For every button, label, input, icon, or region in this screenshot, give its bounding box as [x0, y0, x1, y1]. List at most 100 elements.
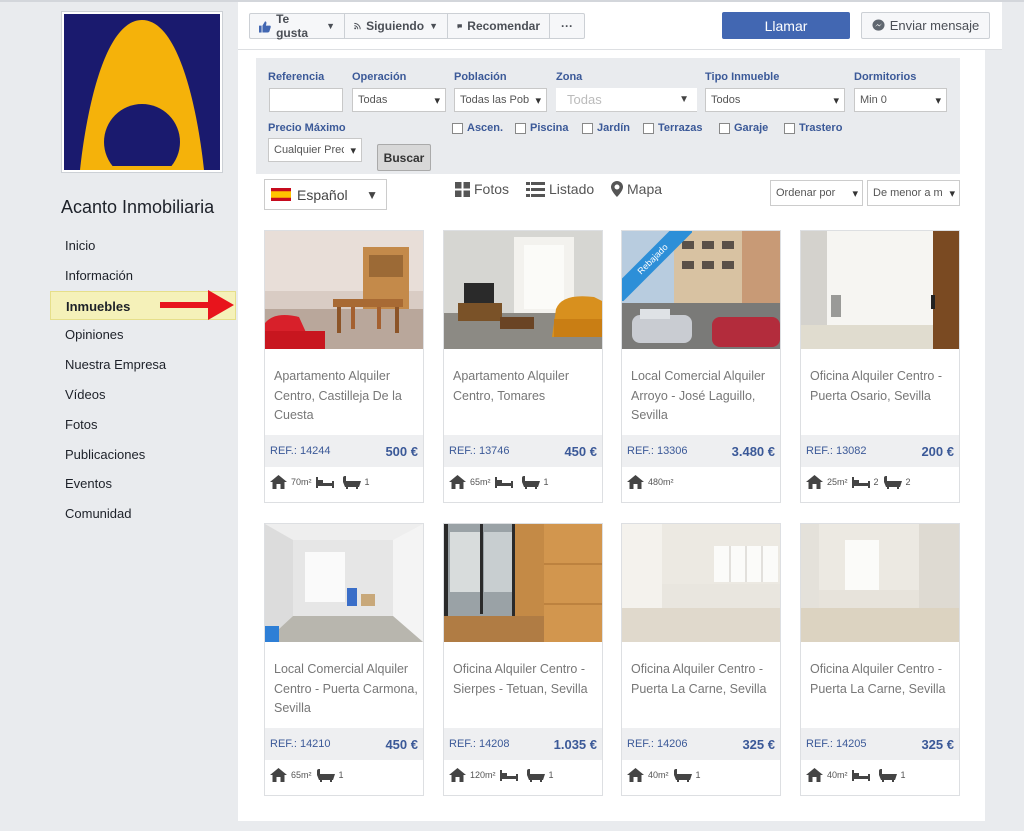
precio-maximo-select[interactable]: Cualquier Prec: [268, 138, 362, 162]
call-button[interactable]: Llamar: [722, 12, 850, 39]
nav-item-eventos[interactable]: Eventos: [50, 469, 236, 499]
language-select[interactable]: Español ▼: [264, 179, 387, 210]
checkbox-box[interactable]: [515, 122, 526, 134]
poblacion-select[interactable]: Todas las Pob: [454, 88, 547, 112]
dormitorios-label: Dormitorios: [854, 71, 917, 83]
listing-photo[interactable]: [801, 524, 959, 642]
send-message-button[interactable]: Enviar mensaje: [861, 12, 990, 39]
view-fotos-tab[interactable]: Fotos: [455, 181, 509, 197]
sort-order-select[interactable]: De menor a m: [867, 180, 960, 206]
listing-card[interactable]: Apartamento Alquiler Centro, Castilleja …: [264, 230, 424, 503]
profile-picture[interactable]: [61, 11, 223, 173]
tipo-inmueble-label: Tipo Inmueble: [705, 71, 780, 83]
list-icon: [526, 181, 545, 197]
listing-photo[interactable]: [265, 524, 423, 642]
poblacion-value: Todas las Pob: [460, 94, 529, 106]
listing-card[interactable]: Apartamento Alquiler Centro, Tomares REF…: [443, 230, 603, 503]
like-label: Te gusta: [276, 12, 309, 40]
search-button[interactable]: Buscar: [377, 144, 431, 171]
nav-item-informaci-n[interactable]: Información: [50, 261, 236, 291]
listing-title[interactable]: Oficina Alquiler Centro - Puerta La Carn…: [810, 660, 954, 728]
nav-item-v-deos[interactable]: Vídeos: [50, 380, 236, 410]
listing-photo[interactable]: [801, 231, 959, 349]
listing-title[interactable]: Oficina Alquiler Centro - Puerta La Carn…: [631, 660, 775, 728]
listing-card[interactable]: Local Comercial Alquiler Centro - Puerta…: [264, 523, 424, 796]
view-mapa-tab[interactable]: Mapa: [611, 181, 662, 197]
listing-features: 480m²: [627, 475, 674, 489]
listing-price-bar: REF.: 14244 500 €: [265, 435, 423, 467]
view-fotos-label: Fotos: [474, 181, 510, 197]
listing-price: 200 €: [921, 443, 954, 459]
view-listado-tab[interactable]: Listado: [526, 181, 594, 197]
nav-item-nuestra-empresa[interactable]: Nuestra Empresa: [50, 350, 236, 380]
page-name[interactable]: Acanto Inmobiliaria: [61, 197, 214, 218]
house-icon: [806, 768, 823, 782]
messenger-icon: [872, 19, 885, 31]
checkbox-trastero[interactable]: Trastero: [784, 122, 842, 134]
listing-ref: REF.: 14210: [270, 738, 331, 750]
operacion-select[interactable]: Todas: [352, 88, 446, 112]
sort-by-select[interactable]: Ordenar por: [770, 180, 863, 206]
listing-price-bar: REF.: 14206 325 €: [622, 728, 780, 760]
listing-price-bar: REF.: 14208 1.035 €: [444, 728, 602, 760]
spain-flag-icon: [271, 188, 291, 201]
checkbox-garaje[interactable]: Garaje: [719, 122, 768, 134]
checkbox-terrazas[interactable]: Terrazas: [643, 122, 702, 134]
listing-title[interactable]: Apartamento Alquiler Centro, Tomares: [453, 367, 597, 435]
nav-item-comunidad[interactable]: Comunidad: [50, 499, 236, 529]
checkbox-box[interactable]: [582, 122, 593, 134]
bed-icon: [851, 769, 870, 781]
listing-photo[interactable]: [444, 231, 602, 349]
checkbox-box[interactable]: [452, 122, 463, 134]
listing-photo[interactable]: [265, 231, 423, 349]
follow-button[interactable]: Siguiendo ▼: [344, 13, 448, 39]
listing-title[interactable]: Oficina Alquiler Centro - Sierpes - Tetu…: [453, 660, 597, 728]
bathrooms-value: 1: [900, 770, 906, 780]
dormitorios-value: Min 0: [860, 94, 887, 106]
follow-label: Siguiendo: [366, 19, 425, 33]
checkbox-ascen[interactable]: Ascen.: [452, 122, 503, 134]
listing-photo[interactable]: [622, 524, 780, 642]
checkbox-label: Garaje: [734, 122, 769, 134]
listing-card[interactable]: Oficina Alquiler Centro - Puerta La Carn…: [621, 523, 781, 796]
nav-item-fotos[interactable]: Fotos: [50, 410, 236, 440]
listing-card[interactable]: Oficina Alquiler Centro - Puerta La Carn…: [800, 523, 960, 796]
listing-title[interactable]: Local Comercial Alquiler Arroyo - José L…: [631, 367, 775, 435]
checkbox-label: Piscina: [530, 122, 569, 134]
nav-item-inicio[interactable]: Inicio: [50, 231, 236, 261]
house-icon: [270, 475, 287, 489]
bathtub-icon: [878, 768, 897, 782]
zona-value: Todas: [567, 92, 602, 107]
listing-ref: REF.: 14206: [627, 738, 688, 750]
discount-badge-label: Rebajado: [622, 231, 692, 301]
checkbox-piscina[interactable]: Piscina: [515, 122, 569, 134]
listing-card[interactable]: Rebajado Local Comercial Alquiler Arroyo …: [621, 230, 781, 503]
tipo-inmueble-select[interactable]: Todos: [705, 88, 845, 112]
checkbox-box[interactable]: [643, 122, 654, 134]
listing-photo[interactable]: [444, 524, 602, 642]
area-value: 70m²: [291, 477, 312, 487]
listing-features: 65m² 1: [270, 768, 344, 782]
checkbox-jard-n[interactable]: Jardín: [582, 122, 630, 134]
checkbox-box[interactable]: [719, 122, 730, 134]
more-button[interactable]: ···: [549, 13, 585, 39]
listing-title[interactable]: Local Comercial Alquiler Centro - Puerta…: [274, 660, 418, 728]
zona-select[interactable]: Todas: [556, 88, 697, 112]
listing-card[interactable]: Oficina Alquiler Centro - Sierpes - Tetu…: [443, 523, 603, 796]
listing-features: 40m² 1: [627, 768, 701, 782]
listing-title[interactable]: Apartamento Alquiler Centro, Castilleja …: [274, 367, 418, 435]
dormitorios-select[interactable]: Min 0: [854, 88, 947, 112]
area-value: 65m²: [291, 770, 312, 780]
nav-item-publicaciones[interactable]: Publicaciones: [50, 440, 236, 470]
checkbox-box[interactable]: [784, 122, 795, 134]
listing-title[interactable]: Oficina Alquiler Centro - Puerta Osario,…: [810, 367, 954, 435]
recommend-button[interactable]: Recomendar: [447, 13, 550, 39]
poblacion-label: Población: [454, 71, 507, 83]
nav-item-opiniones[interactable]: Opiniones: [50, 320, 236, 350]
recommend-label: Recomendar: [467, 19, 540, 33]
referencia-input[interactable]: [269, 88, 343, 112]
listing-card[interactable]: Oficina Alquiler Centro - Puerta Osario,…: [800, 230, 960, 503]
like-button[interactable]: Te gusta ▼: [249, 12, 345, 40]
zona-label: Zona: [556, 71, 583, 83]
bathrooms-value: 1: [543, 477, 549, 487]
